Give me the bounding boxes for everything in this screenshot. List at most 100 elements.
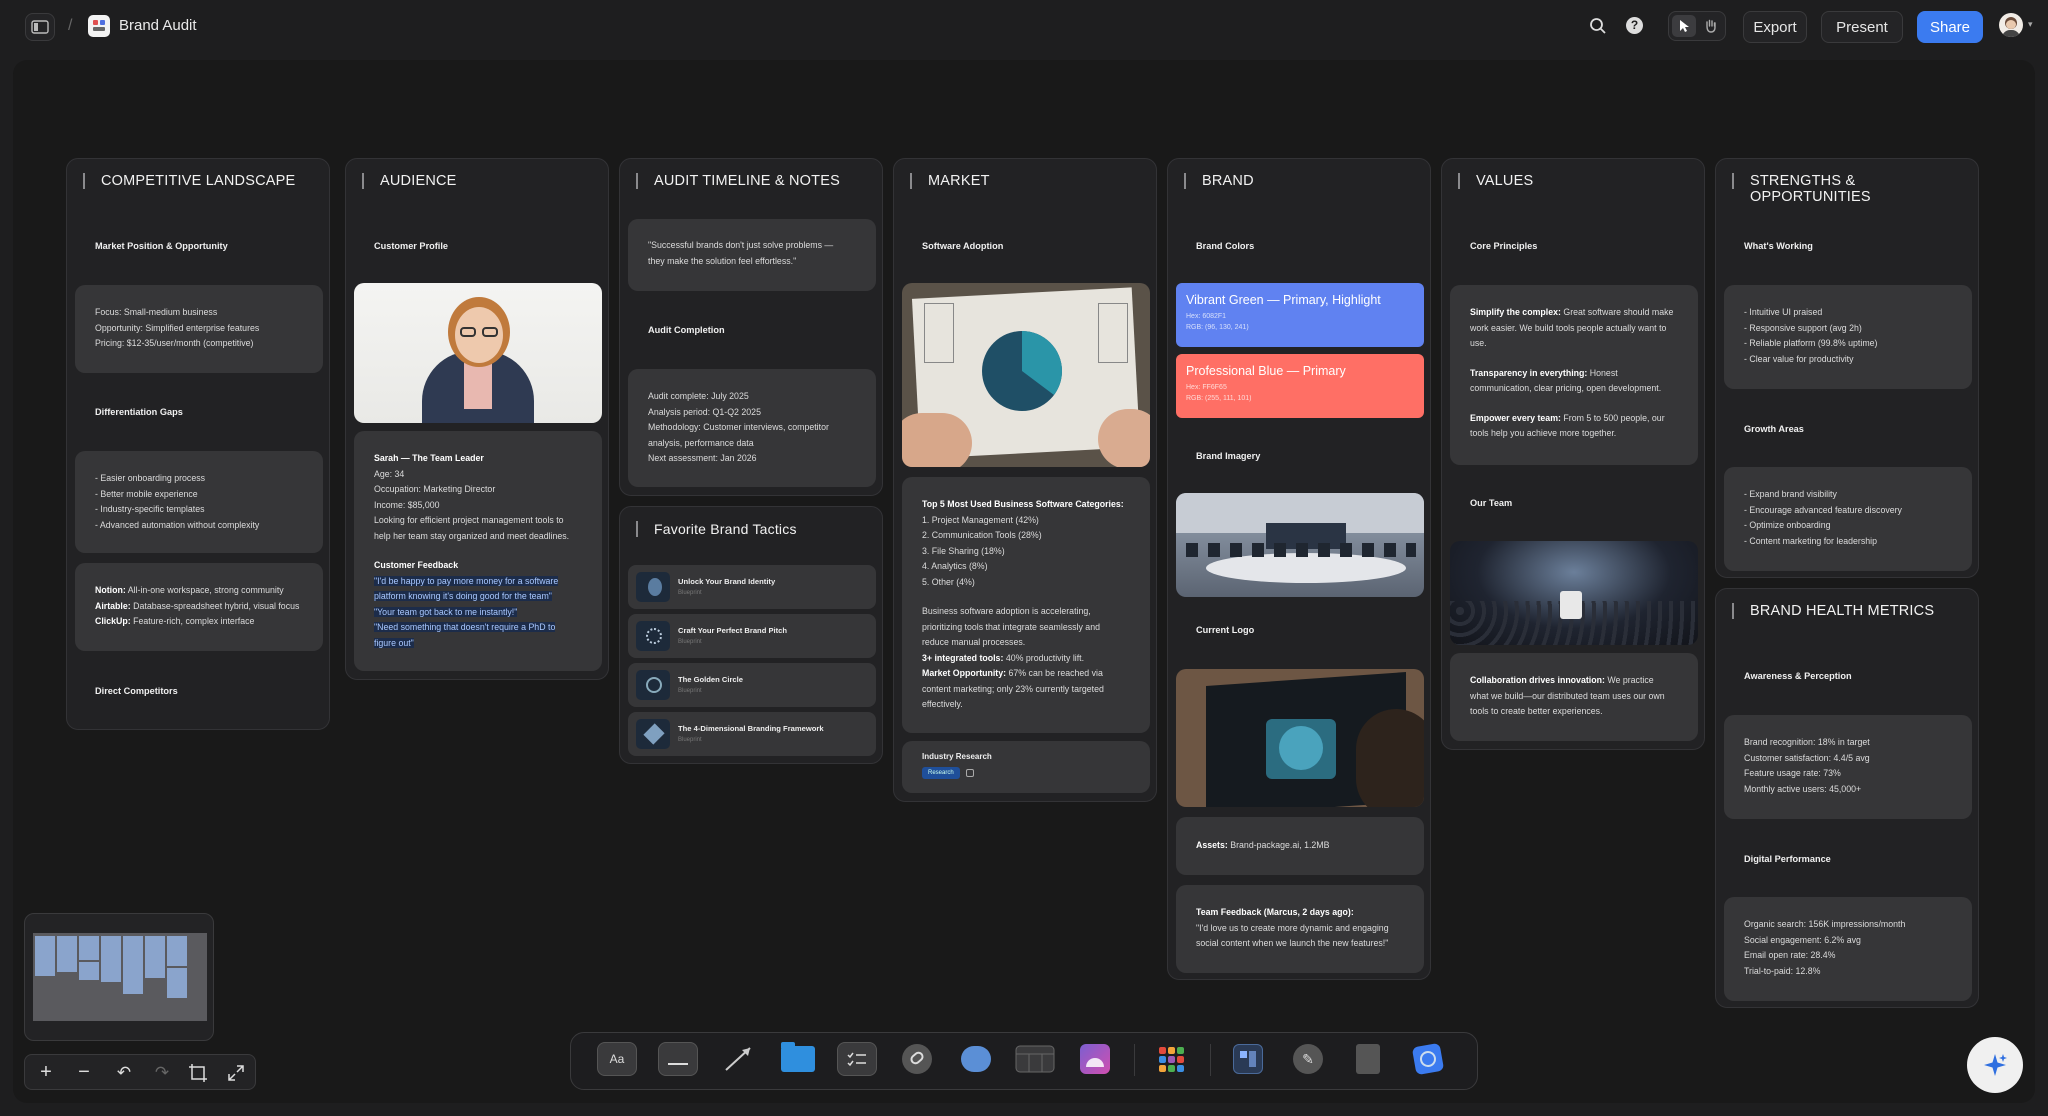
core-principles-card[interactable]: Simplify the complex: Great software sho… [1450,285,1698,465]
whats-working-card[interactable]: - Intuitive UI praised - Responsive supp… [1724,285,1972,389]
folder-tool-icon[interactable] [778,1042,818,1076]
apps-tool-icon[interactable] [1151,1042,1191,1076]
zoom-out-icon[interactable]: − [71,1060,97,1086]
growth-areas-card[interactable]: - Expand brand visibility - Encourage ad… [1724,467,1972,571]
sparkle-icon [1984,1054,2007,1076]
section-label: Current Logo [1196,625,1255,635]
audience-board[interactable]: AUDIENCE Customer Profile Sarah — The Te… [345,158,609,680]
persona-photo[interactable] [354,283,602,423]
color-swatch-coral[interactable]: Professional Blue — Primary Hex: FF6F65 … [1176,354,1424,418]
minimap[interactable] [24,913,214,1041]
tactic-item[interactable]: Craft Your Perfect Brand Pitch Blueprint [628,614,876,658]
share-button[interactable]: Share [1917,11,1983,43]
sidebar-toggle-button[interactable] [25,13,55,41]
zoom-controls: + − ↶ ↷ [24,1054,256,1090]
link-tool-icon[interactable] [897,1042,937,1076]
section-label: Digital Performance [1744,854,1831,864]
competitors-card[interactable]: Notion: All-in-one workspace, strong com… [75,563,323,651]
text-tool-button[interactable]: Aa [597,1042,637,1076]
team-feedback-card[interactable]: Team Feedback (Marcus, 2 days ago): "I'd… [1176,885,1424,973]
brand-board[interactable]: BRAND Brand Colors Vibrant Green — Prima… [1167,158,1431,980]
breadcrumb-separator: / [68,17,73,34]
document-title[interactable]: Brand Audit [119,17,197,34]
assets-card[interactable]: Assets: Brand-package.ai, 1.2MB [1176,817,1424,875]
tactic-item[interactable]: The Golden Circle Blueprint [628,663,876,707]
image-tool-icon[interactable] [1075,1042,1115,1076]
persona-card[interactable]: Sarah — The Team Leader Age: 34 Occupati… [354,431,602,671]
awareness-card[interactable]: Brand recognition: 18% in target Custome… [1724,715,1972,819]
competitive-landscape-board[interactable]: COMPETITIVE LANDSCAPE Market Position & … [66,158,330,730]
audit-timeline-board[interactable]: AUDIT TIMELINE & NOTES "Successful brand… [619,158,883,496]
tactic-item[interactable]: The 4-Dimensional Branding Framework Blu… [628,712,876,756]
help-icon[interactable]: ? [1626,17,1643,34]
search-icon[interactable] [1589,17,1607,35]
market-position-card[interactable]: Focus: Small-medium business Opportunity… [75,285,323,373]
fullscreen-icon[interactable] [227,1064,245,1082]
board-title: AUDIENCE [362,173,457,189]
tactic-thumbnail [636,670,670,700]
board-title: COMPETITIVE LANDSCAPE [83,173,295,189]
section-label: Our Team [1470,498,1513,508]
comment-tool-icon[interactable] [956,1042,996,1076]
board-title: MARKET [910,173,990,189]
cursor-icon [1680,20,1689,32]
board-tool-icon[interactable] [1228,1042,1268,1076]
values-board[interactable]: VALUES Core Principles Simplify the comp… [1441,158,1705,750]
team-photo[interactable] [1450,541,1698,645]
note-tool-button[interactable] [658,1042,698,1076]
market-board[interactable]: MARKET Software Adoption Top 5 Most Used… [893,158,1157,802]
text-icon: Aa [609,1052,625,1066]
collaboration-card[interactable]: Collaboration drives innovation: We prac… [1450,653,1698,741]
section-label: Market Position & Opportunity [95,241,228,251]
pointer-tool-button[interactable] [1672,15,1696,37]
undo-icon[interactable]: ↶ [111,1060,137,1086]
brand-imagery-photo[interactable] [1176,493,1424,597]
current-logo-photo[interactable] [1176,669,1424,807]
checklist-icon [847,1052,866,1067]
section-label: Direct Competitors [95,686,178,696]
avatar[interactable] [1999,13,2023,37]
zoom-in-icon[interactable]: + [33,1060,59,1086]
brand-health-board[interactable]: BRAND HEALTH METRICS Awareness & Percept… [1715,588,1979,1008]
draw-tool-icon[interactable]: ✎ [1288,1042,1328,1076]
tactic-item[interactable]: Unlock Your Brand Identity Blueprint [628,565,876,609]
competitor-row: Notion: All-in-one workspace, strong com… [95,585,284,595]
sidebar-icon [31,20,49,34]
board-title: AUDIT TIMELINE & NOTES [636,173,840,189]
section-label: Brand Imagery [1196,451,1261,461]
checklist-tool-button[interactable] [837,1042,877,1076]
hand-icon [1706,19,1716,33]
industry-research-card[interactable]: Industry Research Research [902,741,1150,793]
pie-chart-photo[interactable] [902,283,1150,467]
hand-tool-button[interactable] [1699,15,1723,37]
redo-icon[interactable]: ↷ [149,1060,175,1086]
research-tag[interactable]: Research [922,766,960,779]
fit-to-screen-icon[interactable] [189,1064,207,1082]
present-button[interactable]: Present [1821,11,1903,43]
table-tool-icon[interactable] [1015,1042,1055,1076]
calendar-icon[interactable] [965,768,974,777]
section-label: Differentiation Gaps [95,407,183,417]
export-button[interactable]: Export [1743,11,1807,43]
dock-divider [1134,1044,1135,1076]
quote-card[interactable]: "Successful brands don't just solve prob… [628,219,876,291]
digital-performance-card[interactable]: Organic search: 156K impressions/month S… [1724,897,1972,1001]
brand-tactics-board[interactable]: Favorite Brand Tactics Unlock Your Brand… [619,506,883,764]
software-categories-card[interactable]: Top 5 Most Used Business Software Catego… [902,477,1150,733]
file-tool-icon[interactable] [1348,1042,1388,1076]
tool-mode-toggle [1668,11,1726,41]
ai-assistant-button[interactable] [1967,1037,2023,1093]
board-title: Favorite Brand Tactics [636,521,797,537]
arrow-tool-icon[interactable] [718,1042,758,1076]
competitor-row: Airtable: Database-spreadsheet hybrid, v… [95,600,300,611]
strengths-board[interactable]: STRENGTHS & OPPORTUNITIES What's Working… [1715,158,1979,578]
section-label: What's Working [1744,241,1813,251]
chevron-down-icon[interactable]: ▾ [2028,19,2033,30]
section-label: Growth Areas [1744,424,1804,434]
differentiation-gaps-card[interactable]: - Easier onboarding process - Better mob… [75,451,323,553]
section-label: Customer Profile [374,241,449,251]
embed-tool-icon[interactable] [1408,1042,1448,1076]
color-swatch-blue[interactable]: Vibrant Green — Primary, Highlight Hex: … [1176,283,1424,347]
audit-completion-card[interactable]: Audit complete: July 2025 Analysis perio… [628,369,876,487]
board-title: BRAND [1184,173,1254,189]
